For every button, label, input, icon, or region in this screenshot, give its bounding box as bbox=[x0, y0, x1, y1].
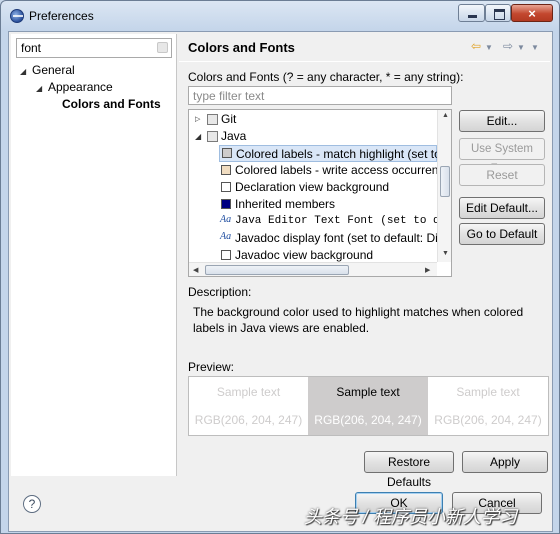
preview-rgb: RGB(206, 204, 247) bbox=[434, 413, 542, 427]
dialog-body: ◢ General ◢ Appearance Colors and Fonts … bbox=[8, 31, 553, 532]
font-icon: Aa bbox=[220, 214, 232, 225]
tree-item[interactable]: Inherited members bbox=[219, 196, 437, 213]
description-label: Description: bbox=[188, 285, 252, 299]
window-title: Preferences bbox=[29, 9, 94, 23]
maximize-button[interactable] bbox=[485, 4, 511, 22]
color-swatch bbox=[221, 250, 231, 260]
chevron-down-icon[interactable]: ▼ bbox=[517, 43, 525, 52]
expand-arrow-icon[interactable]: ◢ bbox=[36, 84, 42, 93]
color-swatch bbox=[221, 165, 231, 175]
scroll-thumb[interactable] bbox=[440, 166, 450, 197]
colors-fonts-tree[interactable]: ▷ Git ◢ Java Colored labels - match high… bbox=[188, 109, 452, 277]
title-separator bbox=[179, 61, 550, 62]
preview-rgb: RGB(206, 204, 247) bbox=[314, 413, 422, 427]
scroll-right-icon[interactable]: ▶ bbox=[425, 266, 430, 274]
preferences-window: Preferences × ◢ General ◢ Appearance Col… bbox=[0, 0, 560, 534]
preference-page: Colors and Fonts ⇦ ▼ ⇨ ▼ ▼ Colors and Fo… bbox=[179, 34, 550, 489]
item-label: Declaration view background bbox=[235, 180, 390, 194]
item-label: Java Editor Text Font (set to default: .… bbox=[235, 215, 451, 227]
close-icon: × bbox=[528, 6, 536, 21]
apply-button[interactable]: Apply bbox=[462, 451, 548, 473]
chevron-down-icon[interactable]: ▼ bbox=[485, 43, 493, 52]
eclipse-icon bbox=[10, 9, 24, 23]
preview-cell: Sample text RGB(206, 204, 247) bbox=[308, 377, 428, 435]
preview-panel: Sample text RGB(206, 204, 247) Sample te… bbox=[188, 376, 549, 436]
use-system-font-button[interactable]: Use System Font bbox=[459, 138, 545, 175]
close-button[interactable]: × bbox=[511, 4, 553, 22]
view-menu-icon[interactable]: ▼ bbox=[531, 43, 539, 52]
tree-item[interactable]: Colored labels - write access occurrence… bbox=[219, 162, 451, 179]
expand-arrow-icon[interactable]: ◢ bbox=[20, 67, 26, 76]
item-label: Colored labels - match highlight (set to… bbox=[236, 147, 451, 161]
tree-item[interactable]: Aa Javadoc display font (set to default:… bbox=[219, 230, 451, 247]
help-icon[interactable]: ? bbox=[23, 495, 41, 513]
preference-tree-pane: ◢ General ◢ Appearance Colors and Fonts bbox=[11, 34, 177, 476]
minimize-button[interactable] bbox=[458, 4, 485, 22]
preview-sample: Sample text bbox=[456, 385, 520, 399]
tree-item-general[interactable]: General bbox=[32, 63, 75, 77]
preview-cell: Sample text RGB(206, 204, 247) bbox=[428, 377, 548, 435]
scroll-down-icon[interactable]: ▼ bbox=[442, 250, 449, 257]
collapsed-arrow-icon[interactable]: ▷ bbox=[195, 115, 200, 123]
color-swatch bbox=[221, 182, 231, 192]
preference-filter-input[interactable] bbox=[16, 38, 172, 58]
restore-defaults-button[interactable]: Restore Defaults bbox=[364, 451, 454, 489]
reset-button[interactable]: Reset bbox=[459, 164, 545, 186]
filter-label: Colors and Fonts (? = any character, * =… bbox=[188, 70, 464, 84]
color-swatch bbox=[222, 148, 232, 158]
edit-button[interactable]: Edit... bbox=[459, 110, 545, 132]
scroll-left-icon[interactable]: ◀ bbox=[193, 266, 198, 274]
item-label: Javadoc view background bbox=[235, 248, 374, 262]
tree-group-git[interactable]: Git bbox=[221, 112, 236, 129]
preview-sample: Sample text bbox=[336, 385, 400, 399]
preview-sample: Sample text bbox=[216, 385, 281, 399]
clear-filter-icon[interactable] bbox=[157, 42, 168, 53]
horizontal-scrollbar[interactable]: ◀ ▶ bbox=[189, 262, 437, 276]
scroll-up-icon[interactable]: ▲ bbox=[442, 112, 449, 119]
vertical-scrollbar[interactable]: ▲ ▼ bbox=[437, 110, 451, 262]
tree-item[interactable]: Declaration view background bbox=[219, 179, 437, 196]
edit-default-button[interactable]: Edit Default... bbox=[459, 197, 545, 219]
type-filter-input[interactable] bbox=[188, 86, 452, 105]
item-label: Javadoc display font (set to default: Di… bbox=[235, 231, 452, 245]
scroll-thumb[interactable] bbox=[205, 265, 349, 275]
tree-item-appearance[interactable]: Appearance bbox=[48, 80, 113, 94]
forward-arrow-icon[interactable]: ⇨ bbox=[503, 39, 513, 53]
item-label: Colored labels - write access occurrence… bbox=[235, 163, 452, 177]
tree-group-java[interactable]: Java bbox=[221, 129, 246, 146]
category-icon bbox=[207, 114, 218, 125]
color-swatch bbox=[221, 199, 231, 209]
preview-label: Preview: bbox=[188, 360, 235, 374]
title-bar[interactable]: Preferences × bbox=[1, 1, 559, 31]
tree-item-selected[interactable]: Colored labels - match highlight (set to… bbox=[219, 145, 451, 162]
font-icon: Aa bbox=[220, 231, 232, 242]
page-title: Colors and Fonts bbox=[188, 40, 295, 55]
category-icon bbox=[207, 131, 218, 142]
go-to-default-button[interactable]: Go to Default bbox=[459, 223, 545, 245]
tree-item[interactable]: Aa Java Editor Text Font (set to default… bbox=[219, 213, 451, 230]
item-label: Inherited members bbox=[235, 197, 336, 211]
expand-arrow-icon[interactable]: ◢ bbox=[195, 132, 201, 141]
back-arrow-icon[interactable]: ⇦ bbox=[471, 39, 481, 53]
preview-cell: Sample text RGB(206, 204, 247) bbox=[189, 377, 308, 435]
preview-rgb: RGB(206, 204, 247) bbox=[194, 413, 303, 427]
watermark-text: 头条号 / 程序员小新人学习 bbox=[304, 507, 518, 527]
tree-item-colors-and-fonts[interactable]: Colors and Fonts bbox=[62, 97, 161, 111]
description-text: The background color used to highlight m… bbox=[193, 305, 524, 335]
